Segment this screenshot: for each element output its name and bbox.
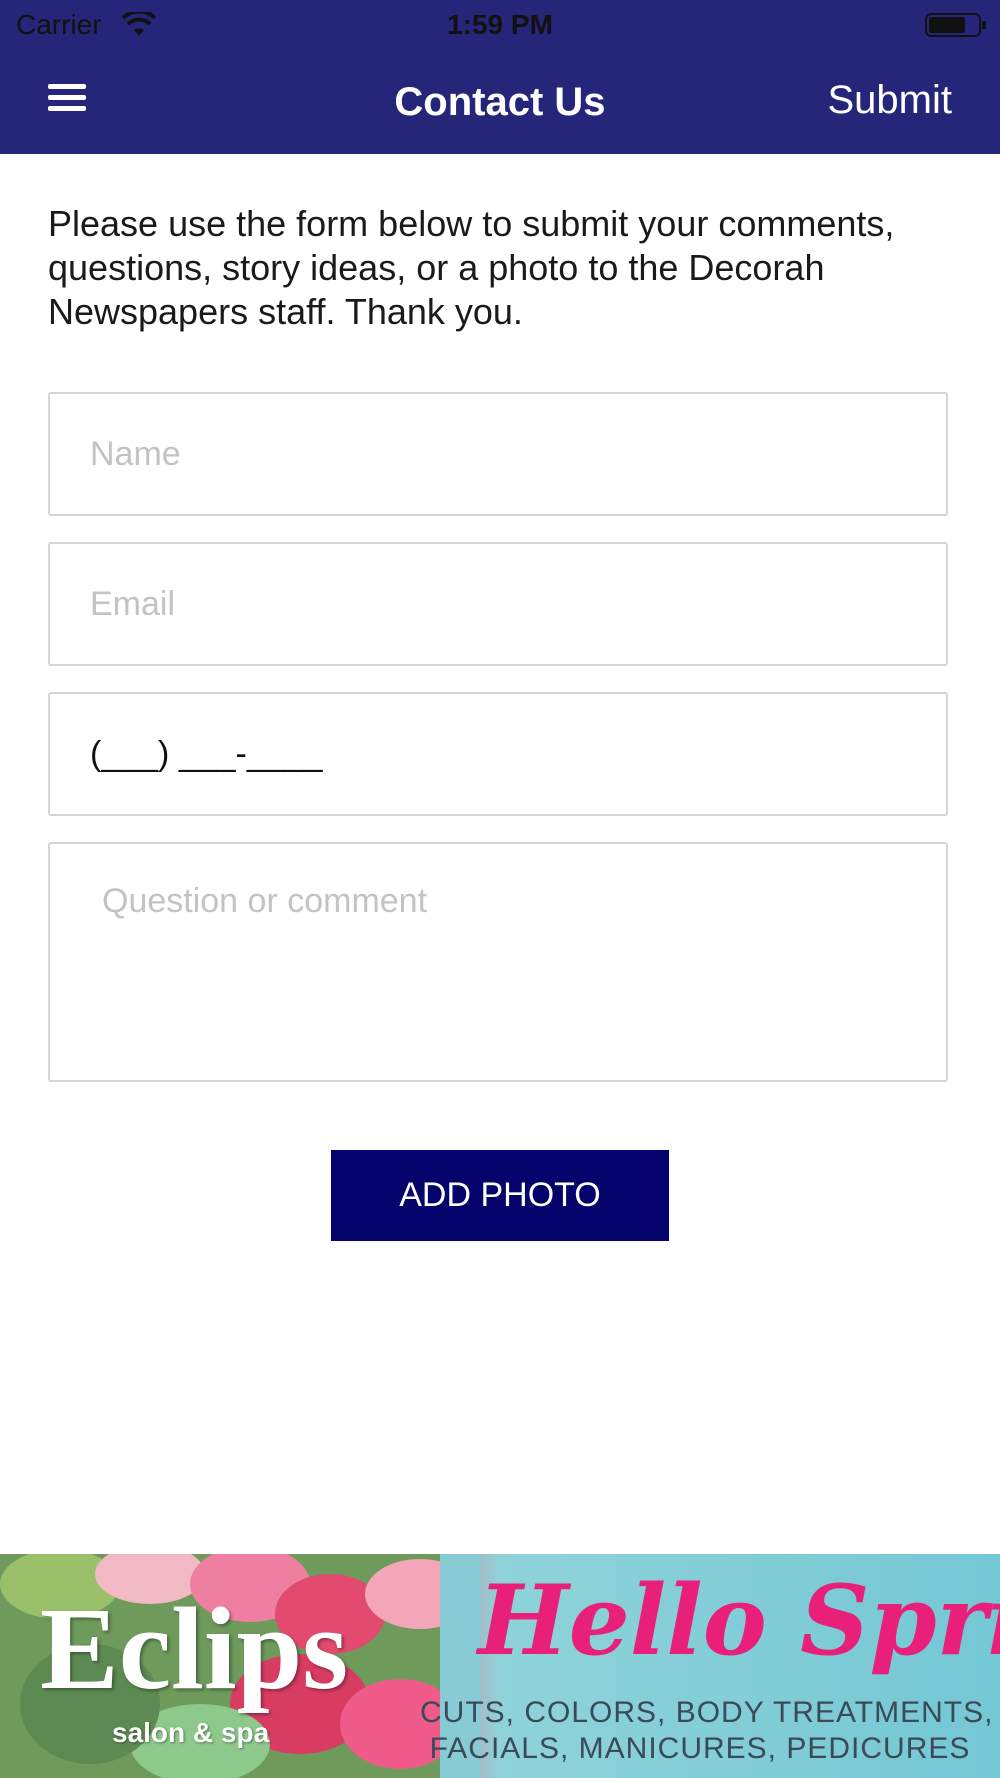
add-photo-button[interactable]: ADD PHOTO [331, 1150, 669, 1241]
phone-field[interactable] [48, 692, 948, 816]
battery-icon [925, 12, 987, 43]
ad-brand-subtitle: salon & spa [112, 1717, 270, 1748]
ad-services-line-2: FACIALS, MANICURES, PEDICURES [429, 1732, 971, 1765]
ad-brand-logo: Eclips [40, 1583, 349, 1714]
ad-banner[interactable]: Eclips salon & spa Hello Spring CUTS, CO… [0, 1554, 1000, 1778]
status-time: 1:59 PM [447, 9, 553, 40]
navigation-bar: Contact Us Submit [0, 50, 1000, 154]
intro-text: Please use the form below to submit your… [48, 203, 895, 332]
submit-button[interactable]: Submit [828, 78, 953, 123]
comment-field[interactable] [48, 842, 948, 1082]
status-bar: Carrier 1:59 PM [0, 0, 1000, 50]
email-field[interactable] [48, 542, 948, 666]
name-field[interactable] [48, 392, 948, 516]
ad-services-line-1: CUTS, COLORS, BODY TREATMENTS, [420, 1696, 994, 1729]
ad-headline: Hello Spring [478, 1564, 1000, 1677]
